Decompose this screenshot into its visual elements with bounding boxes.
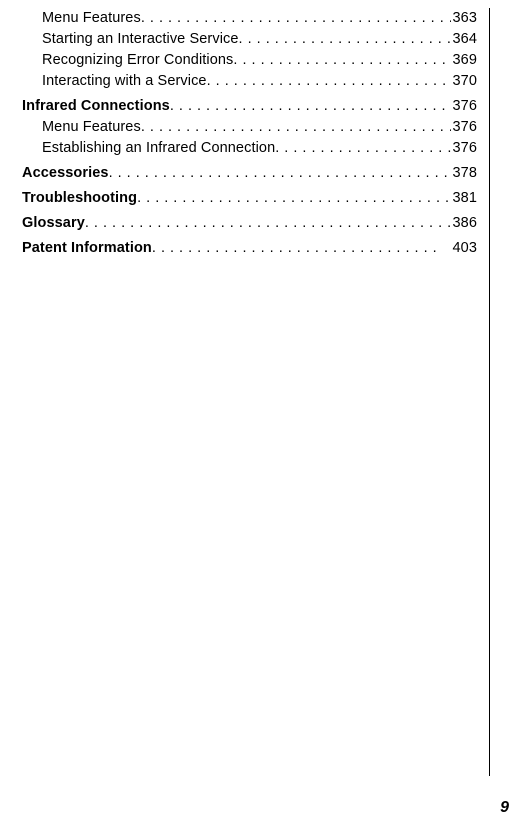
toc-row: Starting an Interactive Service 364 [22,29,477,50]
toc-leader-dots [137,188,450,209]
toc-label: Accessories [22,163,109,184]
toc-label: Troubleshooting [22,188,137,209]
toc-label: Infrared Connections [22,96,170,117]
toc-label: Menu Features [42,117,141,138]
toc-page: 369 [451,50,478,71]
toc-page: 403 [443,238,478,259]
toc-page: 376 [451,117,478,138]
toc-page: 376 [451,138,478,159]
toc-label: Starting an Interactive Service [42,29,239,50]
toc-leader-dots [170,96,451,117]
toc-page: 364 [451,29,478,50]
toc-page: 376 [451,96,478,117]
toc-page: 386 [451,213,478,234]
toc-leader-dots [85,213,451,234]
toc-leader-dots [239,29,451,50]
toc-row: Troubleshooting 381 [22,188,477,209]
toc-leader-dots [275,138,450,159]
toc-label: Interacting with a Service [42,71,207,92]
toc-label: Glossary [22,213,85,234]
toc-row: Accessories 378 [22,163,477,184]
toc-leader-dots [207,71,451,92]
toc-page: 370 [451,71,478,92]
toc-page: 378 [451,163,478,184]
toc-label: Menu Features [42,8,141,29]
toc-leader-dots [152,238,443,259]
toc-label: Patent Information [22,238,152,259]
toc-row: Recognizing Error Conditions 369 [22,50,477,71]
toc-row: Menu Features 376 [22,117,477,138]
toc-row: Glossary 386 [22,213,477,234]
toc-label: Recognizing Error Conditions [42,50,233,71]
toc-row: Interacting with a Service 370 [22,71,477,92]
page-number: 9 [500,799,509,817]
toc-leader-dots [109,163,451,184]
toc-row: Menu Features 363 [22,8,477,29]
toc-content: Menu Features363Starting an Interactive … [22,8,490,776]
toc-page: 363 [451,8,478,29]
toc-label: Establishing an Infrared Connection [42,138,275,159]
toc-page: 381 [451,188,478,209]
toc-row: Patent Information 403 [22,238,477,259]
toc-leader-dots [233,50,450,71]
toc-leader-dots [141,117,451,138]
toc-leader-dots [141,8,451,29]
toc-row: Infrared Connections 376 [22,96,477,117]
toc-row: Establishing an Infrared Connection 376 [22,138,477,159]
